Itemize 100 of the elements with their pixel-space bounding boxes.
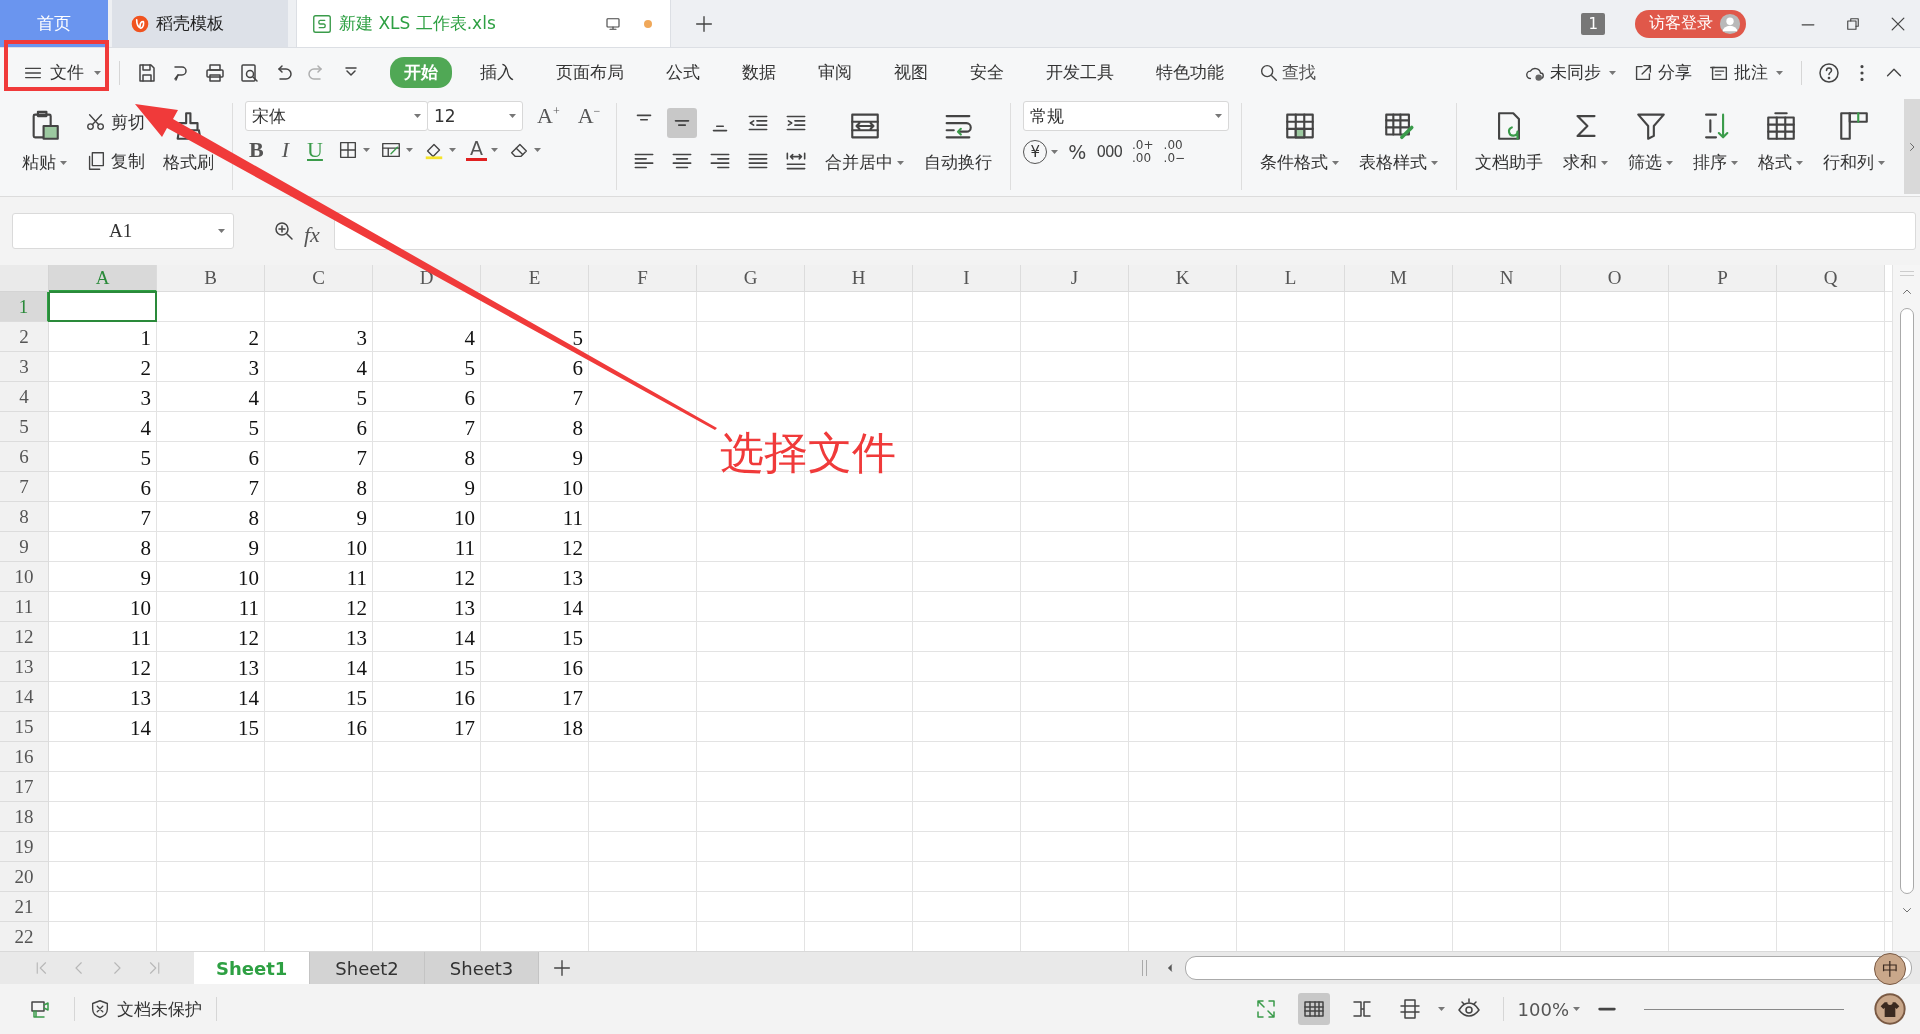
ribbon-button[interactable]: 剪切 bbox=[81, 108, 149, 136]
column-header[interactable]: H bbox=[805, 265, 913, 292]
spreadsheet-cell-text: 10 bbox=[561, 475, 584, 502]
column-header[interactable]: P bbox=[1669, 265, 1777, 292]
zoom-formula-icon[interactable] bbox=[272, 219, 296, 243]
column-header[interactable]: K bbox=[1129, 265, 1237, 292]
row-header[interactable]: 4 bbox=[0, 382, 49, 412]
scroll-left-icon[interactable] bbox=[1165, 963, 1175, 973]
italic-button[interactable]: I bbox=[277, 139, 293, 161]
percent-button[interactable]: % bbox=[1068, 140, 1087, 163]
row-header[interactable]: 10 bbox=[0, 562, 49, 592]
row-header[interactable]: 11 bbox=[0, 592, 49, 622]
decimal-places-button[interactable]: .00 .0− bbox=[1163, 139, 1186, 165]
row-header[interactable]: 15 bbox=[0, 712, 49, 742]
insert-function-button[interactable]: fx bbox=[304, 224, 320, 246]
decimal-places-button[interactable]: .0+ .00 bbox=[1132, 139, 1154, 165]
row-header[interactable]: 16 bbox=[0, 742, 49, 772]
help-icon[interactable] bbox=[1817, 60, 1841, 85]
column-header[interactable]: G bbox=[697, 265, 805, 292]
row-header[interactable]: 14 bbox=[0, 682, 49, 712]
login-button[interactable]: 访客登录 bbox=[1635, 9, 1746, 38]
shirt-icon[interactable] bbox=[1874, 993, 1906, 1025]
align-icon[interactable] bbox=[667, 107, 698, 138]
sheet-tab[interactable]: Sheet2 bbox=[310, 952, 425, 984]
vertical-scrollbar-thumb[interactable] bbox=[1899, 308, 1914, 894]
menu-tab[interactable]: 插入 bbox=[466, 57, 528, 88]
normal-view-icon[interactable] bbox=[1297, 993, 1330, 1025]
row-header[interactable]: 18 bbox=[0, 802, 49, 832]
spreadsheet-cell-text: 3 bbox=[355, 325, 368, 352]
horizontal-scrollbar-thumb[interactable] bbox=[1185, 956, 1912, 980]
active-cell[interactable] bbox=[48, 291, 157, 322]
column-header[interactable]: I bbox=[913, 265, 1021, 292]
increase-font-size-button[interactable]: A$^{+}$ bbox=[533, 104, 564, 128]
column-header[interactable]: N bbox=[1453, 265, 1561, 292]
ribbon-button[interactable]: 求和 bbox=[1557, 105, 1615, 178]
ribbon-button[interactable]: 复制 bbox=[81, 147, 149, 175]
number-format-dropdown[interactable]: 常规 bbox=[1023, 101, 1230, 131]
spreadsheet-logo-icon bbox=[311, 12, 333, 35]
menu-tab[interactable]: 公式 bbox=[652, 57, 714, 88]
column-header[interactable]: E bbox=[481, 265, 589, 292]
font-name-dropdown[interactable]: 宋体 bbox=[245, 101, 428, 131]
row-header[interactable]: 7 bbox=[0, 472, 49, 502]
row-header[interactable]: 6 bbox=[0, 442, 49, 472]
row-header[interactable]: 2 bbox=[0, 322, 49, 352]
menu-tab[interactable]: 特色功能 bbox=[1142, 57, 1238, 88]
row-header[interactable]: 21 bbox=[0, 892, 49, 922]
menu-tab[interactable]: 开发工具 bbox=[1032, 57, 1128, 88]
spreadsheet-cell-text: 16 bbox=[453, 685, 476, 712]
column-header[interactable]: L bbox=[1237, 265, 1345, 292]
ribbon-button[interactable]: 合并居中 bbox=[819, 105, 911, 178]
row-header[interactable]: 3 bbox=[0, 352, 49, 382]
row-header[interactable]: 9 bbox=[0, 532, 49, 562]
row-header[interactable]: 19 bbox=[0, 832, 49, 862]
column-header[interactable]: M bbox=[1345, 265, 1453, 292]
menu-tab[interactable]: 视图 bbox=[880, 57, 942, 88]
document-tab[interactable]: 稻壳模板 bbox=[112, 0, 288, 47]
ribbon-button[interactable]: 表格样式 bbox=[1353, 105, 1445, 178]
font-size-dropdown[interactable]: 12 bbox=[427, 101, 523, 131]
formula-input[interactable] bbox=[333, 212, 1916, 250]
sheet-tab[interactable]: Sheet3 bbox=[424, 952, 540, 984]
decrease-font-size-button[interactable]: A$^{−}$ bbox=[573, 104, 605, 128]
ribbon-button[interactable]: 筛选 bbox=[1622, 105, 1680, 178]
new-tab-icon[interactable] bbox=[693, 13, 715, 35]
toolbar-button[interactable]: 批注 bbox=[1700, 57, 1791, 88]
ribbon-button[interactable]: 条件格式 bbox=[1254, 105, 1346, 178]
row-header[interactable]: 8 bbox=[0, 502, 49, 532]
ribbon-button[interactable]: 文档助手 bbox=[1469, 105, 1550, 178]
bold-button[interactable]: B bbox=[245, 139, 268, 161]
toolbar-button[interactable]: 分享 bbox=[1624, 57, 1700, 88]
name-box[interactable]: A1 bbox=[12, 213, 234, 249]
column-header[interactable]: C bbox=[265, 265, 373, 292]
row-header[interactable]: 12 bbox=[0, 622, 49, 652]
ribbon-button[interactable]: 格式 bbox=[1752, 105, 1810, 178]
row-header[interactable]: 5 bbox=[0, 412, 49, 442]
thousands-separator-button[interactable]: 000 bbox=[1096, 142, 1123, 161]
zoom-dropdown[interactable]: 100% bbox=[1513, 996, 1584, 1022]
font-color-button[interactable]: A bbox=[465, 139, 487, 161]
file-menu-button[interactable]: 文件 bbox=[14, 57, 109, 88]
font-size-value: 12 bbox=[434, 106, 456, 126]
window-count-badge[interactable]: 1 bbox=[1581, 12, 1605, 35]
row-header[interactable]: 20 bbox=[0, 862, 49, 892]
row-header[interactable]: 13 bbox=[0, 652, 49, 682]
ribbon-button[interactable]: 排序 bbox=[1687, 105, 1745, 178]
toolbar-button[interactable]: 未同步 bbox=[1516, 57, 1624, 88]
column-header[interactable]: J bbox=[1021, 265, 1129, 292]
search-button[interactable]: 查找 bbox=[1252, 57, 1322, 88]
menu-tab[interactable]: 数据 bbox=[728, 57, 790, 88]
row-header[interactable]: 22 bbox=[0, 922, 49, 951]
menu-tab[interactable]: 审阅 bbox=[804, 57, 866, 88]
column-header[interactable]: O bbox=[1561, 265, 1669, 292]
column-header[interactable]: Q bbox=[1777, 265, 1885, 292]
ribbon-button[interactable]: 自动换行 bbox=[918, 105, 999, 178]
protection-status-button[interactable]: 文档未保护 bbox=[85, 993, 206, 1025]
paste-button[interactable]: 粘贴 bbox=[16, 105, 73, 178]
row-header[interactable]: 17 bbox=[0, 772, 49, 802]
column-header[interactable]: F bbox=[589, 265, 697, 292]
menu-tab[interactable]: 安全 bbox=[956, 57, 1018, 88]
menu-tab[interactable]: 页面布局 bbox=[542, 57, 638, 88]
ribbon-button[interactable]: 行和列 bbox=[1817, 105, 1892, 178]
column-header[interactable]: B bbox=[157, 265, 265, 292]
